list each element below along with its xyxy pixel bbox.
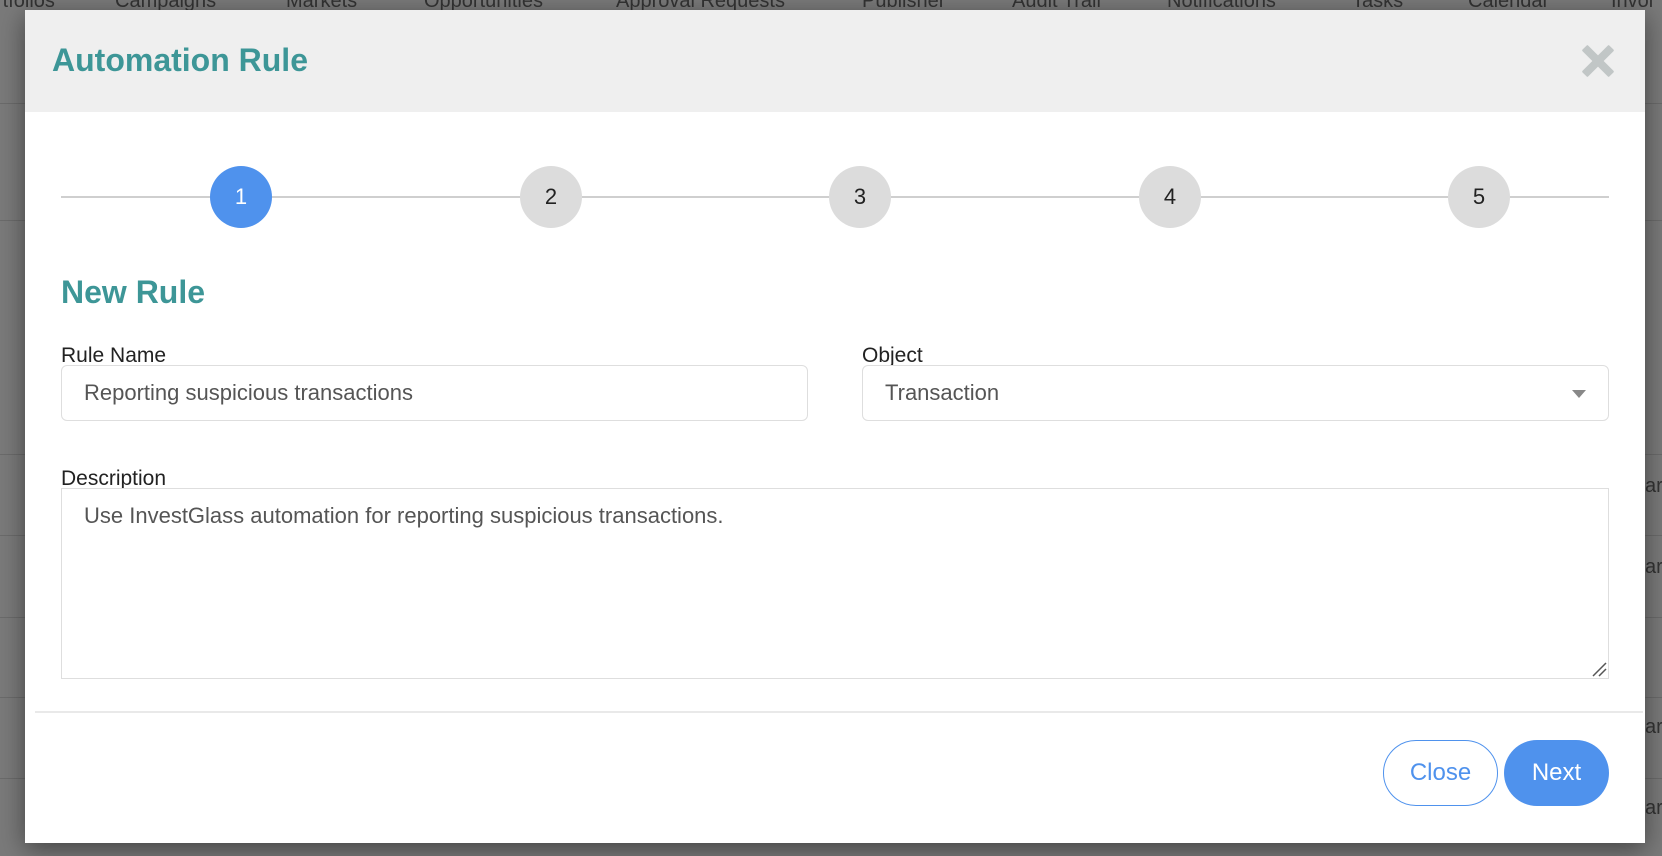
stepper: 1 2 3 4 5	[61, 166, 1609, 230]
step-2[interactable]: 2	[520, 166, 582, 228]
modal-header: Automation Rule	[25, 10, 1645, 112]
next-button[interactable]: Next	[1504, 740, 1609, 806]
object-value: Transaction	[885, 380, 1000, 405]
object-select[interactable]: Transaction	[862, 365, 1609, 421]
rule-name-input[interactable]: Reporting suspicious transactions	[61, 365, 808, 421]
section-title: New Rule	[61, 274, 206, 310]
automation-rule-modal: Automation Rule 1 2 3 4 5 New Rule Rule …	[25, 10, 1645, 843]
step-1[interactable]: 1	[210, 166, 272, 228]
modal-title: Automation Rule	[52, 42, 308, 78]
rule-name-value: Reporting suspicious transactions	[84, 380, 413, 405]
bg-text: ar	[1645, 716, 1662, 738]
close-x-icon[interactable]	[1581, 44, 1615, 78]
bg-text: ar	[1645, 797, 1662, 819]
close-button[interactable]: Close	[1383, 740, 1498, 806]
bg-text: ar	[1645, 475, 1662, 497]
description-textarea[interactable]: Use InvestGlass automation for reporting…	[61, 488, 1609, 679]
step-3[interactable]: 3	[829, 166, 891, 228]
footer-divider	[35, 711, 1643, 713]
chevron-down-icon	[1572, 390, 1586, 398]
resize-grip-icon[interactable]	[1591, 661, 1607, 677]
step-5[interactable]: 5	[1448, 166, 1510, 228]
step-4[interactable]: 4	[1139, 166, 1201, 228]
bg-text: ar	[1645, 556, 1662, 578]
